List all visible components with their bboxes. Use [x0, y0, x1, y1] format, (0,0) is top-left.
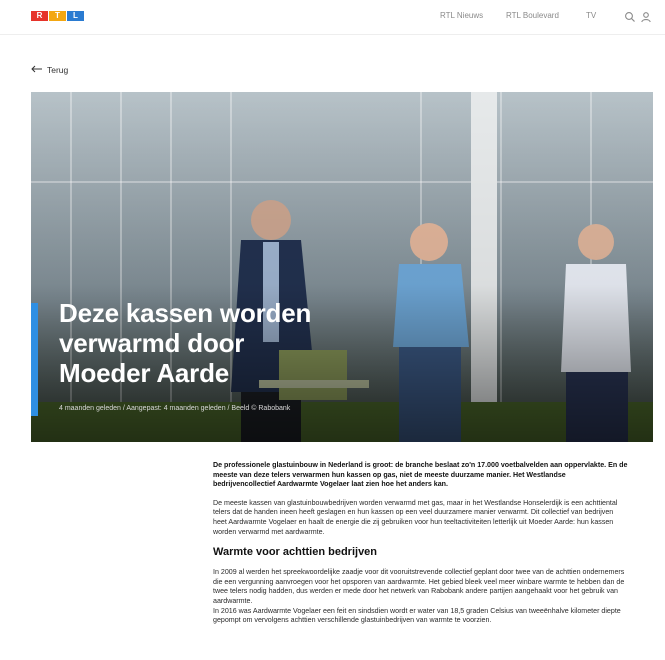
user-icon[interactable] [640, 10, 652, 23]
top-navigation-bar: R T L RTL Nieuws RTL Boulevard TV [0, 0, 665, 35]
logo-letter-l: L [67, 11, 84, 21]
back-link-label: Terug [47, 65, 69, 75]
title-accent-bar [31, 303, 38, 416]
article-lead: De professionele glastuinbouw in Nederla… [213, 461, 628, 489]
back-link[interactable]: Terug [31, 65, 68, 75]
article-title-line: Moeder Aarde [59, 358, 230, 388]
nav-link-tv[interactable]: TV [586, 11, 596, 20]
article-title-line: verwarmd door [59, 328, 245, 358]
nav-link-rtl-nieuws[interactable]: RTL Nieuws [440, 11, 483, 20]
greenhouse-photo [31, 92, 653, 442]
article-paragraph: De meeste kassen van glastuinbouwbedrijv… [213, 498, 618, 536]
article-subheading: Warmte voor achttien bedrijven [213, 546, 378, 559]
logo-letter-t: T [49, 11, 66, 21]
arrow-left-icon [31, 65, 43, 75]
search-icon[interactable] [624, 10, 636, 22]
article-title-line: Deze kassen worden [59, 298, 312, 328]
article-paragraph: In 2009 al werden het spreekwoordelijke … [213, 568, 625, 605]
article-paragraph: In 2016 was Aardwarmte Vogelaer een feit… [213, 606, 621, 625]
hero-image: Deze kassen worden verwarmd door Moeder … [31, 92, 653, 442]
logo-letter-r: R [31, 11, 48, 21]
rtl-logo[interactable]: R T L [31, 11, 84, 21]
article-body: De professionele glastuinbouw in Nederla… [213, 461, 628, 635]
article-title: Deze kassen worden verwarmd door Moeder … [59, 298, 359, 388]
article-meta: 4 maanden geleden / Aangepast: 4 maanden… [59, 405, 291, 412]
nav-link-rtl-boulevard[interactable]: RTL Boulevard [506, 11, 559, 20]
